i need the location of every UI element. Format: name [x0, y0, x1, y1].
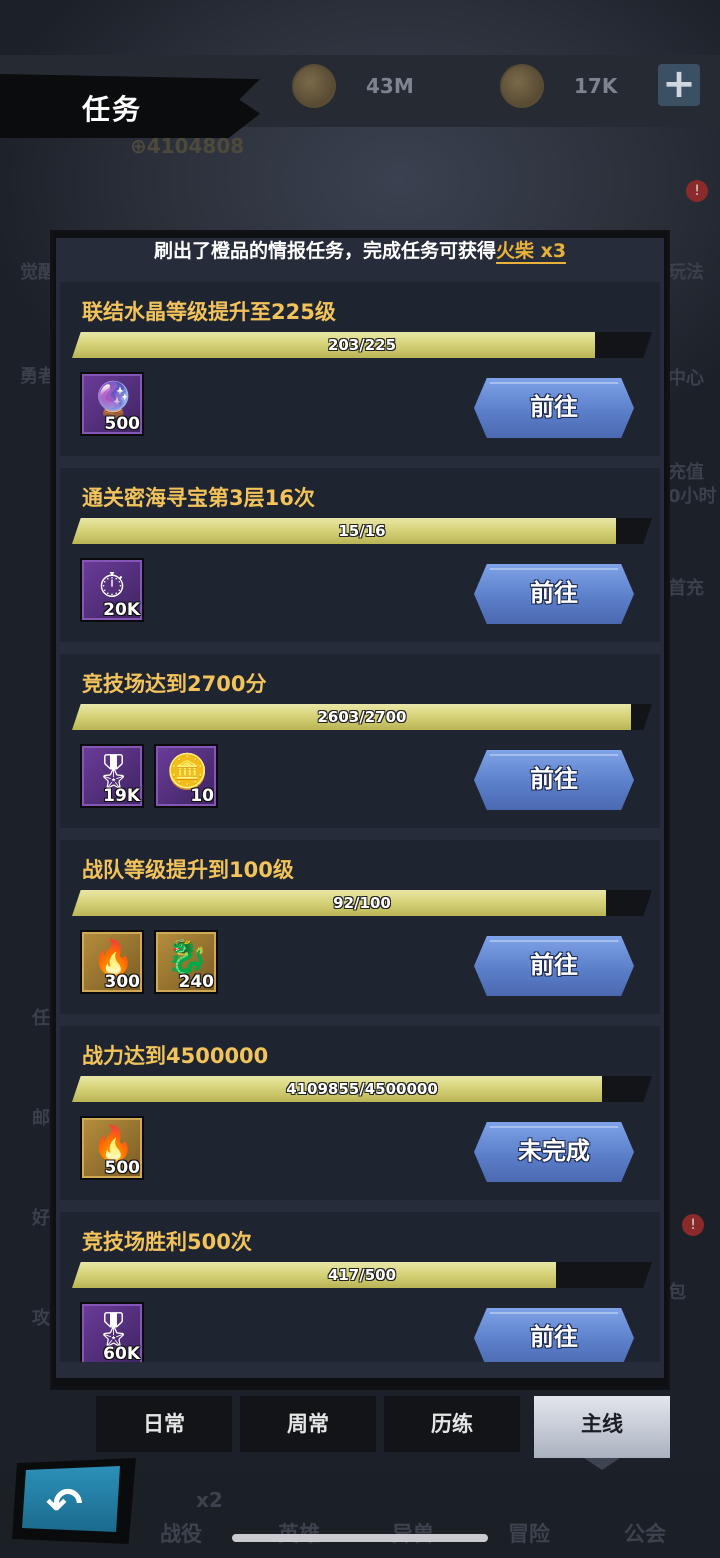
reward-qty: 20K — [103, 600, 140, 620]
progress-text: 2603/2700 — [317, 708, 407, 726]
progress-text: 92/100 — [333, 894, 391, 912]
notice-prefix: 刷出了橙品的情报任务，完成任务可获得 — [153, 240, 496, 262]
task-card: 战队等级提升到100级 92/100 🔥 300 🐉 240 前往 — [60, 840, 660, 1014]
progress-bar: 203/225 — [72, 332, 652, 358]
reward-qty: 19K — [103, 786, 140, 806]
side-label-right-3: 充值 — [668, 462, 704, 483]
back-button[interactable]: ↶ — [12, 1458, 136, 1544]
side-label-right-5: 首充 — [668, 578, 704, 599]
tab-daily[interactable]: 日常 — [96, 1396, 232, 1452]
progress-text: 4109855/4500000 — [286, 1080, 438, 1098]
notification-dot: ! — [682, 1214, 704, 1236]
reward-item[interactable]: 🎖 60K — [80, 1302, 144, 1362]
task-name: 竞技场达到2700分 — [82, 672, 267, 696]
task-card: 竞技场胜利500次 417/500 🎖 60K 前往 — [60, 1212, 660, 1362]
goto-button[interactable]: 前往 — [474, 750, 634, 810]
progress-bar: 417/500 — [72, 1262, 652, 1288]
nav-adventure[interactable]: 冒险 — [508, 1518, 550, 1548]
back-button-face: ↶ — [22, 1466, 120, 1532]
tab-training[interactable]: 历练 — [384, 1396, 520, 1452]
home-indicator[interactable] — [232, 1534, 488, 1542]
page-title: 任务 — [82, 93, 143, 126]
goto-button-label: 前往 — [530, 952, 578, 979]
active-tab-indicator — [584, 1458, 620, 1470]
coin-icon — [292, 64, 336, 108]
tab-weekly[interactable]: 周常 — [240, 1396, 376, 1452]
progress-bar: 4109855/4500000 — [72, 1076, 652, 1102]
currency1-display: 43M — [292, 62, 414, 110]
side-label-left-4: 邮 — [32, 1108, 50, 1129]
nav-guild[interactable]: 公会 — [624, 1518, 666, 1548]
nav-heroes[interactable]: 英雄 — [278, 1518, 320, 1548]
incomplete-button[interactable]: 未完成 — [474, 1122, 634, 1182]
reward-item[interactable]: 🎖 19K — [80, 744, 144, 808]
reward-qty: 240 — [178, 972, 215, 992]
currency2-display: 17K — [500, 62, 617, 110]
reward-item[interactable]: 🪙 10 — [154, 744, 218, 808]
reward-item[interactable]: 🐉 240 — [154, 930, 218, 994]
goto-button[interactable]: 前往 — [474, 936, 634, 996]
tab-main-label: 主线 — [581, 1412, 623, 1436]
progress-bar: 15/16 — [72, 518, 652, 544]
back-arrow-icon: ↶ — [46, 1479, 83, 1530]
task-name: 战力达到4500000 — [82, 1044, 269, 1068]
task-name: 竞技场胜利500次 — [82, 1230, 252, 1254]
reward-item[interactable]: 🔥 300 — [80, 930, 144, 994]
nav-campaign[interactable]: 战役 — [160, 1518, 202, 1548]
currency2-value: 17K — [574, 74, 618, 98]
side-label-left-5: 好 — [32, 1208, 50, 1229]
incomplete-button-label: 未完成 — [518, 1138, 590, 1165]
reward-qty: 10 — [190, 786, 214, 806]
goto-button-label: 前往 — [530, 1324, 578, 1351]
nav-beasts[interactable]: 异兽 — [392, 1518, 434, 1548]
task-card: 竞技场达到2700分 2603/2700 🎖 19K 🪙 10 前往 — [60, 654, 660, 828]
currency1-value: 43M — [366, 74, 414, 98]
task-name: 联结水晶等级提升至225级 — [82, 300, 336, 324]
progress-text: 417/500 — [327, 1266, 397, 1284]
reward-item[interactable]: 🔥 500 — [80, 1116, 144, 1180]
notification-dot: ! — [686, 180, 708, 202]
side-label-left-6: 攻 — [32, 1308, 50, 1329]
task-name: 战队等级提升到100级 — [82, 858, 294, 882]
goto-button-label: 前往 — [530, 580, 578, 607]
reward-item[interactable]: 🔮 500 — [80, 372, 144, 436]
side-label-left-3: 任 — [32, 1008, 50, 1029]
add-currency-button[interactable]: + — [658, 64, 700, 106]
notice-text: 刷出了橙品的情报任务，完成任务可获得火柴 x3 — [56, 238, 664, 280]
task-card: 战力达到4500000 4109855/4500000 🔥 500 未完成 — [60, 1026, 660, 1200]
side-label-right-2: 中心 — [668, 368, 704, 389]
nav-badge: x2 — [196, 1488, 223, 1512]
progress-text: 203/225 — [327, 336, 397, 354]
task-name: 通关密海寻宝第3层16次 — [82, 486, 315, 510]
reward-item[interactable]: ⏱ 20K — [80, 558, 144, 622]
goto-button[interactable]: 前往 — [474, 1308, 634, 1362]
gem-icon — [500, 64, 544, 108]
task-card: 联结水晶等级提升至225级 203/225 🔮 500 前往 — [60, 282, 660, 456]
side-label-right-6: 包 — [668, 1282, 686, 1303]
notice-highlight: 火柴 x3 — [495, 240, 567, 264]
progress-text: 15/16 — [338, 522, 386, 540]
side-label-right-1: 玩法 — [668, 262, 704, 283]
goto-button[interactable]: 前往 — [474, 378, 634, 438]
goto-button-label: 前往 — [530, 394, 578, 421]
reward-qty: 60K — [103, 1344, 140, 1362]
task-card: 通关密海寻宝第3层16次 15/16 ⏱ 20K 前往 — [60, 468, 660, 642]
progress-bar: 92/100 — [72, 890, 652, 916]
goto-button[interactable]: 前往 — [474, 564, 634, 624]
progress-bar: 2603/2700 — [72, 704, 652, 730]
reward-qty: 500 — [104, 1158, 141, 1178]
reward-qty: 300 — [104, 972, 141, 992]
reward-qty: 500 — [104, 414, 141, 434]
goto-button-label: 前往 — [530, 766, 578, 793]
side-label-right-4: 0小时 — [668, 486, 717, 507]
task-tabs: 日常 周常 历练 主线 — [96, 1396, 670, 1470]
tab-main[interactable]: 主线 — [534, 1396, 670, 1470]
